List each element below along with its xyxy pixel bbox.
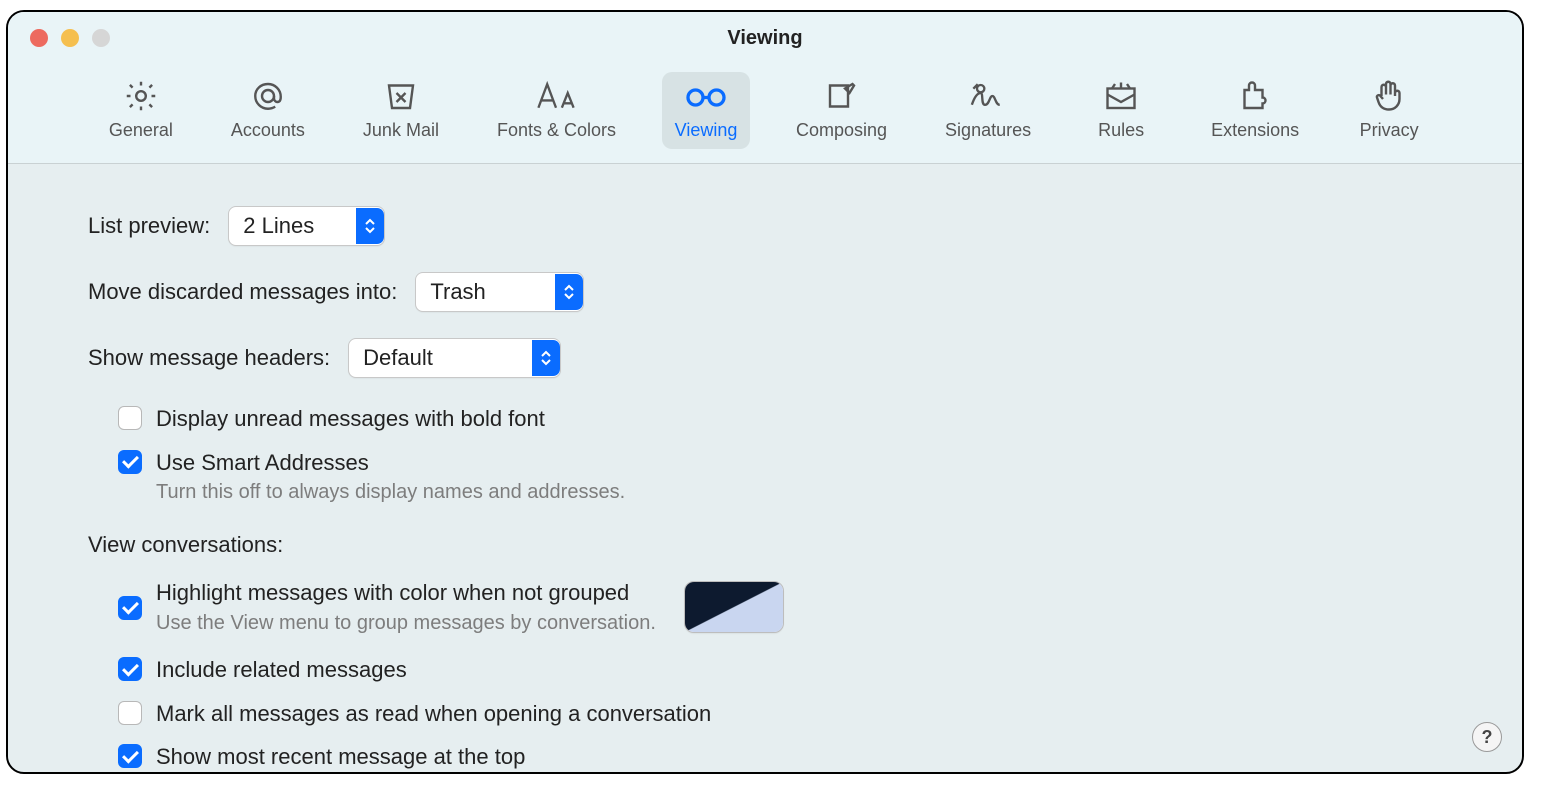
display-bold-row: Display unread messages with bold font — [118, 404, 1522, 434]
tab-accounts[interactable]: Accounts — [219, 72, 317, 149]
tab-extensions[interactable]: Extensions — [1199, 72, 1311, 149]
tab-label: Privacy — [1360, 120, 1419, 141]
headers-label: Show message headers: — [88, 345, 330, 371]
tab-label: Accounts — [231, 120, 305, 141]
highlight-checkbox[interactable] — [118, 596, 142, 620]
close-window-button[interactable] — [30, 29, 48, 47]
tab-signatures[interactable]: Signatures — [933, 72, 1043, 149]
highlight-help: Use the View menu to group messages by c… — [156, 612, 656, 635]
rules-icon — [1103, 78, 1139, 114]
glasses-icon — [682, 78, 730, 114]
include-related-row: Include related messages — [118, 655, 1522, 685]
tab-rules[interactable]: Rules — [1077, 72, 1165, 149]
tab-label: Fonts & Colors — [497, 120, 616, 141]
content-panel: List preview: 2 Lines Move discarded mes… — [8, 164, 1522, 772]
traffic-lights — [8, 29, 110, 47]
chevron-up-down-icon — [532, 340, 560, 376]
smart-addresses-label: Use Smart Addresses — [156, 448, 625, 478]
tab-composing[interactable]: Composing — [784, 72, 899, 149]
tab-label: Extensions — [1211, 120, 1299, 141]
tab-label: Viewing — [675, 120, 738, 141]
highlight-label: Highlight messages with color when not g… — [156, 578, 656, 608]
tab-privacy[interactable]: Privacy — [1345, 72, 1433, 149]
toolbar: General Accounts Junk Mail Fonts & Color… — [8, 64, 1522, 164]
tab-label: Signatures — [945, 120, 1031, 141]
discard-select[interactable]: Trash — [415, 272, 583, 312]
list-preview-label: List preview: — [88, 213, 210, 239]
include-related-label: Include related messages — [156, 655, 407, 685]
tab-label: Junk Mail — [363, 120, 439, 141]
trash-icon — [383, 78, 419, 114]
smart-addresses-help: Turn this off to always display names an… — [156, 481, 625, 504]
discard-value: Trash — [416, 273, 499, 311]
headers-select[interactable]: Default — [348, 338, 561, 378]
preferences-window: Viewing General Accounts Junk Mail Fonts… — [6, 10, 1524, 774]
zoom-window-button[interactable] — [92, 29, 110, 47]
tab-general[interactable]: General — [97, 72, 185, 149]
display-bold-label: Display unread messages with bold font — [156, 404, 545, 434]
mark-read-label: Mark all messages as read when opening a… — [156, 699, 711, 729]
tab-label: Composing — [796, 120, 887, 141]
signature-icon — [966, 78, 1010, 114]
chevron-up-down-icon — [356, 208, 384, 244]
titlebar: Viewing — [8, 12, 1522, 64]
include-related-checkbox[interactable] — [118, 657, 142, 681]
list-preview-value: 2 Lines — [229, 207, 328, 245]
discard-row: Move discarded messages into: Trash — [88, 272, 1522, 312]
highlight-color-swatch[interactable] — [684, 581, 784, 633]
most-recent-top-checkbox[interactable] — [118, 744, 142, 768]
most-recent-top-label: Show most recent message at the top — [156, 742, 525, 772]
display-bold-checkbox[interactable] — [118, 406, 142, 430]
discard-label: Move discarded messages into: — [88, 279, 397, 305]
chevron-up-down-icon — [555, 274, 583, 310]
tab-label: Rules — [1098, 120, 1144, 141]
smart-addresses-row: Use Smart Addresses Turn this off to alw… — [118, 448, 1522, 505]
list-preview-row: List preview: 2 Lines — [88, 206, 1522, 246]
compose-icon — [824, 78, 860, 114]
mark-read-row: Mark all messages as read when opening a… — [118, 699, 1522, 729]
highlight-row: Highlight messages with color when not g… — [118, 578, 1522, 635]
list-preview-select[interactable]: 2 Lines — [228, 206, 385, 246]
minimize-window-button[interactable] — [61, 29, 79, 47]
hand-icon — [1371, 78, 1407, 114]
help-button[interactable]: ? — [1472, 722, 1502, 752]
view-conversations-label: View conversations: — [88, 532, 1522, 558]
mark-read-checkbox[interactable] — [118, 701, 142, 725]
at-icon — [250, 78, 286, 114]
tab-junk-mail[interactable]: Junk Mail — [351, 72, 451, 149]
window-title: Viewing — [727, 27, 802, 50]
gear-icon — [123, 78, 159, 114]
tab-label: General — [109, 120, 173, 141]
puzzle-icon — [1237, 78, 1273, 114]
headers-row: Show message headers: Default — [88, 338, 1522, 378]
headers-value: Default — [349, 339, 447, 377]
tab-fonts-colors[interactable]: Fonts & Colors — [485, 72, 628, 149]
most-recent-top-row: Show most recent message at the top — [118, 742, 1522, 772]
tab-viewing[interactable]: Viewing — [662, 72, 750, 149]
font-icon — [534, 78, 578, 114]
smart-addresses-checkbox[interactable] — [118, 450, 142, 474]
